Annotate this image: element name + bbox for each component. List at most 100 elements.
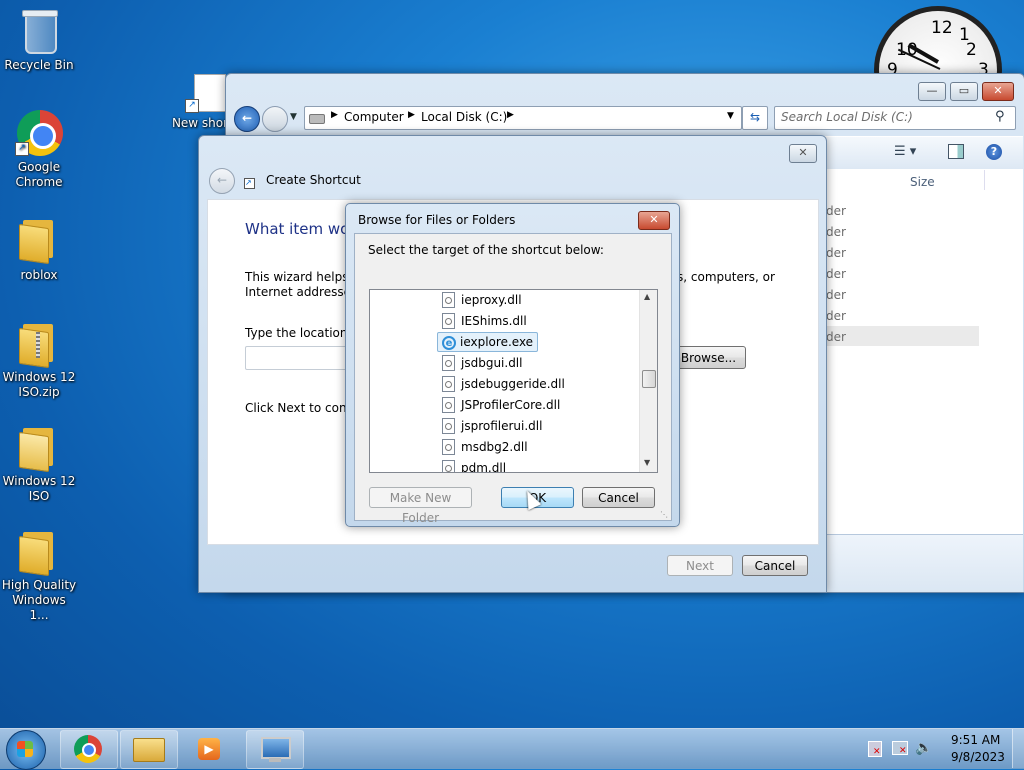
dll-file-icon bbox=[442, 417, 455, 434]
tree-item[interactable]: jsdebuggeride.dll bbox=[442, 374, 565, 394]
browse-close-button[interactable]: ✕ bbox=[638, 211, 670, 230]
table-row[interactable]: der bbox=[826, 204, 846, 218]
maximize-button[interactable]: ▭ bbox=[950, 82, 978, 101]
tree-item[interactable]: ieproxy.dll bbox=[442, 290, 522, 310]
search-icon[interactable]: ⚲ bbox=[995, 109, 1005, 124]
breadcrumb-computer[interactable]: Computer bbox=[344, 110, 404, 124]
desktop-icon-windows-12-iso-zip[interactable]: Windows 12 ISO.zip bbox=[1, 320, 77, 400]
start-button[interactable] bbox=[6, 730, 46, 770]
wizard-description-line2: Internet addresses. bbox=[245, 285, 362, 299]
refresh-button[interactable]: ⇆ bbox=[742, 106, 768, 130]
address-dropdown-icon[interactable]: ▼ bbox=[727, 111, 734, 121]
desktop-icon-label: Google Chrome bbox=[15, 160, 63, 189]
close-button[interactable]: ✕ bbox=[982, 82, 1014, 101]
table-row-selected[interactable] bbox=[824, 326, 979, 346]
recycle-bin-icon bbox=[15, 8, 63, 56]
address-bar[interactable]: ▶ Computer ▶ Local Disk (C:) ▶ ▼ bbox=[304, 106, 742, 130]
show-desktop-button[interactable] bbox=[1012, 729, 1024, 768]
tree-item-label: jsdbgui.dll bbox=[461, 356, 523, 370]
browse-cancel-button[interactable]: Cancel bbox=[582, 487, 655, 508]
tree-item[interactable]: pdm.dll bbox=[442, 458, 506, 472]
chevron-right-icon: ▶ bbox=[408, 110, 415, 120]
recent-pages-dropdown[interactable]: ▼ bbox=[290, 112, 297, 122]
column-header-size[interactable]: Size bbox=[910, 175, 935, 189]
folder-icon bbox=[19, 528, 59, 577]
next-button[interactable]: Next bbox=[667, 555, 733, 576]
clock-time[interactable]: 9:51 AM bbox=[951, 733, 1000, 747]
tree-item[interactable]: JSProfilerCore.dll bbox=[442, 395, 560, 415]
dll-file-icon bbox=[442, 312, 455, 329]
dll-file-icon bbox=[442, 459, 455, 472]
wizard-back-button[interactable]: ← bbox=[209, 168, 235, 194]
dll-file-icon bbox=[442, 375, 455, 392]
minimize-button[interactable]: — bbox=[918, 82, 946, 101]
wizard-close-button[interactable]: ✕ bbox=[789, 144, 817, 163]
tree-item[interactable]: jsdbgui.dll bbox=[442, 353, 522, 373]
folder-tree[interactable]: ieproxy.dll IEShims.dll e iexplore.exe js… bbox=[369, 289, 658, 473]
dll-file-icon bbox=[442, 291, 455, 308]
desktop-icon-label: Windows 12 ISO.zip bbox=[2, 370, 76, 399]
wizard-heading: What item wou bbox=[245, 220, 359, 238]
tree-item-label: jsprofilerui.dll bbox=[461, 419, 543, 433]
desktop-icon-label: Recycle Bin bbox=[4, 58, 74, 72]
desktop-icon-windows-12-iso[interactable]: Windows 12 ISO bbox=[1, 424, 77, 504]
browse-button[interactable]: Browse... bbox=[671, 346, 746, 369]
arrow-left-icon: ← bbox=[241, 111, 253, 125]
preview-pane-icon[interactable] bbox=[948, 144, 964, 159]
desktop-icon-recycle-bin[interactable]: Recycle Bin bbox=[1, 8, 77, 73]
tree-item-label: jsdebuggeride.dll bbox=[461, 377, 565, 391]
tree-item[interactable]: IEShims.dll bbox=[442, 311, 527, 331]
zip-folder-icon bbox=[19, 320, 59, 369]
cancel-button[interactable]: Cancel bbox=[742, 555, 808, 576]
browse-dialog[interactable]: Browse for Files or Folders ✕ Select the… bbox=[345, 203, 680, 527]
table-row[interactable]: der bbox=[826, 309, 846, 323]
desktop-icon-new-shortcut[interactable]: ↗ New shor bbox=[170, 74, 230, 131]
desktop-icon-google-chrome[interactable]: ↗ Google Chrome bbox=[1, 110, 77, 190]
scroll-up-arrow-icon[interactable]: ▲ bbox=[644, 292, 650, 301]
clock-date[interactable]: 9/8/2023 bbox=[951, 750, 1005, 764]
desktop-icon-roblox[interactable]: roblox bbox=[1, 216, 77, 283]
make-new-folder-button[interactable]: Make New Folder bbox=[369, 487, 472, 525]
taskbar-media-player[interactable]: ▶ bbox=[180, 730, 236, 767]
dll-file-icon bbox=[442, 354, 455, 371]
view-options-icon[interactable]: ☰ ▾ bbox=[894, 144, 916, 159]
table-row[interactable]: der bbox=[826, 225, 846, 239]
dll-file-icon bbox=[442, 396, 455, 413]
chevron-right-icon: ▶ bbox=[331, 110, 338, 120]
windows-logo-icon bbox=[17, 741, 33, 757]
tree-item[interactable]: jsprofilerui.dll bbox=[442, 416, 542, 436]
tree-item[interactable]: msdbg2.dll bbox=[442, 437, 528, 457]
action-center-icon[interactable]: ✕ bbox=[868, 741, 882, 757]
desktop-icon-high-quality[interactable]: High Quality Windows 1... bbox=[1, 528, 77, 623]
help-icon[interactable]: ? bbox=[986, 144, 1002, 160]
folder-icon bbox=[19, 424, 59, 473]
back-button[interactable]: ← bbox=[234, 106, 260, 132]
search-box[interactable]: Search Local Disk (C:) ⚲ bbox=[774, 106, 1016, 130]
table-row[interactable]: der bbox=[826, 246, 846, 260]
desktop-icon-label: roblox bbox=[20, 268, 58, 282]
drive-icon bbox=[309, 114, 325, 124]
computer-icon bbox=[261, 737, 291, 759]
desktop-icon-label: New shor bbox=[171, 116, 229, 130]
network-icon[interactable]: ✕ bbox=[892, 741, 908, 756]
taskbar-wizard[interactable] bbox=[246, 730, 304, 769]
taskbar-explorer[interactable] bbox=[120, 730, 178, 769]
table-row[interactable]: der bbox=[826, 330, 846, 344]
refresh-icon: ⇆ bbox=[749, 110, 761, 124]
table-row[interactable]: der bbox=[826, 288, 846, 302]
breadcrumb-local-disk[interactable]: Local Disk (C:) bbox=[421, 110, 507, 124]
table-row[interactable]: der bbox=[826, 267, 846, 281]
taskbar-chrome[interactable] bbox=[60, 730, 118, 769]
scroll-down-arrow-icon[interactable]: ▼ bbox=[644, 458, 650, 467]
forward-button[interactable] bbox=[262, 106, 288, 132]
location-label: Type the location o bbox=[245, 326, 359, 340]
tree-item-label: JSProfilerCore.dll bbox=[461, 398, 561, 412]
tree-item-selected[interactable]: e iexplore.exe bbox=[437, 332, 539, 352]
resize-grip-icon[interactable]: ⋱ bbox=[660, 510, 668, 519]
wizard-title: Create Shortcut bbox=[266, 173, 361, 187]
volume-icon[interactable]: 🔈 bbox=[915, 740, 932, 756]
vertical-scrollbar[interactable]: ▲ ▼ bbox=[639, 290, 657, 472]
search-input[interactable]: Search Local Disk (C:) bbox=[781, 110, 913, 124]
browse-instruction: Select the target of the shortcut below: bbox=[368, 243, 604, 257]
scrollbar-thumb[interactable] bbox=[642, 370, 656, 388]
